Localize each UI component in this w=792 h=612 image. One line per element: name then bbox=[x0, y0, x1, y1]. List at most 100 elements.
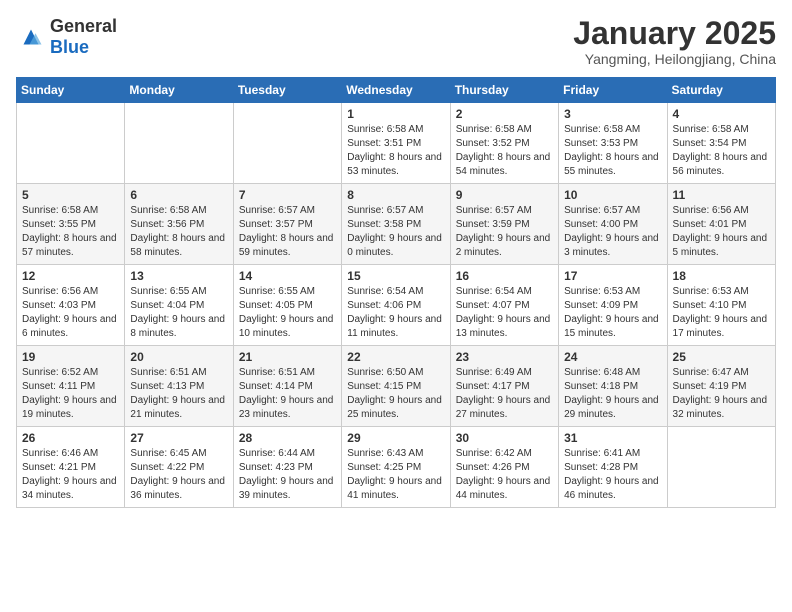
calendar-cell: 22 Sunrise: 6:50 AM Sunset: 4:15 PM Dayli… bbox=[342, 346, 450, 427]
day-info: Sunrise: 6:57 AM Sunset: 3:57 PM Dayligh… bbox=[239, 204, 336, 260]
calendar-cell bbox=[233, 103, 341, 184]
calendar-cell: 15Sunrise: 6:54 AM Sunset: 4:06 PM Dayli… bbox=[342, 265, 450, 346]
day-number: 1 bbox=[347, 107, 444, 121]
header-row: SundayMondayTuesdayWednesdayThursdayFrid… bbox=[17, 78, 776, 103]
calendar-cell bbox=[17, 103, 125, 184]
calendar-week: 19Sunrise: 6:52 AM Sunset: 4:11 PM Dayli… bbox=[17, 346, 776, 427]
calendar-cell: 19Sunrise: 6:52 AM Sunset: 4:11 PM Dayli… bbox=[17, 346, 125, 427]
day-number: 11 bbox=[673, 188, 770, 202]
day-info: Sunrise: 6:46 AM Sunset: 4:21 PM Dayligh… bbox=[22, 447, 119, 503]
day-number: 28 bbox=[239, 431, 336, 445]
calendar-cell: 5Sunrise: 6:58 AM Sunset: 3:55 PM Daylig… bbox=[17, 184, 125, 265]
day-header: Friday bbox=[559, 78, 667, 103]
day-number: 13 bbox=[130, 269, 227, 283]
day-number: 9 bbox=[456, 188, 553, 202]
day-info: Sunrise: 6:53 AM Sunset: 4:10 PM Dayligh… bbox=[673, 285, 770, 341]
day-info: Sunrise: 6:47 AM Sunset: 4:19 PM Dayligh… bbox=[673, 366, 770, 422]
day-info: Sunrise: 6:49 AM Sunset: 4:17 PM Dayligh… bbox=[456, 366, 553, 422]
calendar-body: 1 Sunrise: 6:58 AM Sunset: 3:51 PM Daylig… bbox=[17, 103, 776, 508]
day-info: Sunrise: 6:53 AM Sunset: 4:09 PM Dayligh… bbox=[564, 285, 661, 341]
day-header: Tuesday bbox=[233, 78, 341, 103]
day-number: 5 bbox=[22, 188, 119, 202]
day-header: Saturday bbox=[667, 78, 775, 103]
day-number: 21 bbox=[239, 350, 336, 364]
calendar-cell: 29 Sunrise: 6:43 AM Sunset: 4:25 PM Dayli… bbox=[342, 427, 450, 508]
calendar-cell: 20Sunrise: 6:51 AM Sunset: 4:13 PM Dayli… bbox=[125, 346, 233, 427]
logo-general: General bbox=[50, 16, 117, 36]
page-header: General Blue January 2025 Yangming, Heil… bbox=[16, 16, 776, 67]
day-info: Sunrise: 6:51 AM Sunset: 4:14 PM Dayligh… bbox=[239, 366, 336, 422]
day-number: 26 bbox=[22, 431, 119, 445]
calendar-cell: 13 Sunrise: 6:55 AM Sunset: 4:04 PM Dayli… bbox=[125, 265, 233, 346]
day-number: 20 bbox=[130, 350, 227, 364]
day-info: Sunrise: 6:50 AM Sunset: 4:15 PM Dayligh… bbox=[347, 366, 444, 422]
day-number: 8 bbox=[347, 188, 444, 202]
calendar-week: 26 Sunrise: 6:46 AM Sunset: 4:21 PM Dayli… bbox=[17, 427, 776, 508]
day-number: 19 bbox=[22, 350, 119, 364]
day-info: Sunrise: 6:58 AM Sunset: 3:56 PM Dayligh… bbox=[130, 204, 227, 260]
calendar-week: 5Sunrise: 6:58 AM Sunset: 3:55 PM Daylig… bbox=[17, 184, 776, 265]
day-number: 23 bbox=[456, 350, 553, 364]
calendar-cell: 18Sunrise: 6:53 AM Sunset: 4:10 PM Dayli… bbox=[667, 265, 775, 346]
calendar-cell bbox=[667, 427, 775, 508]
day-info: Sunrise: 6:42 AM Sunset: 4:26 PM Dayligh… bbox=[456, 447, 553, 503]
calendar-cell: 30 Sunrise: 6:42 AM Sunset: 4:26 PM Dayli… bbox=[450, 427, 558, 508]
day-info: Sunrise: 6:44 AM Sunset: 4:23 PM Dayligh… bbox=[239, 447, 336, 503]
location-title: Yangming, Heilongjiang, China bbox=[573, 51, 776, 67]
calendar-week: 12 Sunrise: 6:56 AM Sunset: 4:03 PM Dayli… bbox=[17, 265, 776, 346]
calendar-cell: 26 Sunrise: 6:46 AM Sunset: 4:21 PM Dayli… bbox=[17, 427, 125, 508]
calendar-cell: 6 Sunrise: 6:58 AM Sunset: 3:56 PM Daylig… bbox=[125, 184, 233, 265]
day-info: Sunrise: 6:55 AM Sunset: 4:04 PM Dayligh… bbox=[130, 285, 227, 341]
day-info: Sunrise: 6:45 AM Sunset: 4:22 PM Dayligh… bbox=[130, 447, 227, 503]
day-header: Wednesday bbox=[342, 78, 450, 103]
calendar-cell: 2 Sunrise: 6:58 AM Sunset: 3:52 PM Daylig… bbox=[450, 103, 558, 184]
day-number: 12 bbox=[22, 269, 119, 283]
day-info: Sunrise: 6:58 AM Sunset: 3:52 PM Dayligh… bbox=[456, 123, 553, 179]
calendar-cell: 11Sunrise: 6:56 AM Sunset: 4:01 PM Dayli… bbox=[667, 184, 775, 265]
day-info: Sunrise: 6:43 AM Sunset: 4:25 PM Dayligh… bbox=[347, 447, 444, 503]
day-number: 29 bbox=[347, 431, 444, 445]
calendar-cell: 8 Sunrise: 6:57 AM Sunset: 3:58 PM Daylig… bbox=[342, 184, 450, 265]
calendar-cell: 28 Sunrise: 6:44 AM Sunset: 4:23 PM Dayli… bbox=[233, 427, 341, 508]
calendar-cell: 25 Sunrise: 6:47 AM Sunset: 4:19 PM Dayli… bbox=[667, 346, 775, 427]
calendar-cell: 17Sunrise: 6:53 AM Sunset: 4:09 PM Dayli… bbox=[559, 265, 667, 346]
day-number: 6 bbox=[130, 188, 227, 202]
day-number: 30 bbox=[456, 431, 553, 445]
logo: General Blue bbox=[16, 16, 117, 58]
logo-blue: Blue bbox=[50, 37, 89, 57]
day-number: 27 bbox=[130, 431, 227, 445]
day-info: Sunrise: 6:57 AM Sunset: 3:58 PM Dayligh… bbox=[347, 204, 444, 260]
calendar-cell: 31Sunrise: 6:41 AM Sunset: 4:28 PM Dayli… bbox=[559, 427, 667, 508]
calendar-week: 1 Sunrise: 6:58 AM Sunset: 3:51 PM Daylig… bbox=[17, 103, 776, 184]
day-header: Thursday bbox=[450, 78, 558, 103]
calendar-table: SundayMondayTuesdayWednesdayThursdayFrid… bbox=[16, 77, 776, 508]
day-number: 22 bbox=[347, 350, 444, 364]
logo-text: General Blue bbox=[50, 16, 117, 58]
calendar-cell: 9Sunrise: 6:57 AM Sunset: 3:59 PM Daylig… bbox=[450, 184, 558, 265]
day-number: 4 bbox=[673, 107, 770, 121]
day-header: Sunday bbox=[17, 78, 125, 103]
calendar-cell bbox=[125, 103, 233, 184]
logo-icon bbox=[16, 22, 46, 52]
day-number: 2 bbox=[456, 107, 553, 121]
day-info: Sunrise: 6:58 AM Sunset: 3:51 PM Dayligh… bbox=[347, 123, 444, 179]
calendar-cell: 21 Sunrise: 6:51 AM Sunset: 4:14 PM Dayli… bbox=[233, 346, 341, 427]
calendar-cell: 24 Sunrise: 6:48 AM Sunset: 4:18 PM Dayli… bbox=[559, 346, 667, 427]
day-number: 15 bbox=[347, 269, 444, 283]
calendar-cell: 10Sunrise: 6:57 AM Sunset: 4:00 PM Dayli… bbox=[559, 184, 667, 265]
day-number: 25 bbox=[673, 350, 770, 364]
day-info: Sunrise: 6:48 AM Sunset: 4:18 PM Dayligh… bbox=[564, 366, 661, 422]
calendar-cell: 23 Sunrise: 6:49 AM Sunset: 4:17 PM Dayli… bbox=[450, 346, 558, 427]
day-info: Sunrise: 6:41 AM Sunset: 4:28 PM Dayligh… bbox=[564, 447, 661, 503]
calendar-cell: 27 Sunrise: 6:45 AM Sunset: 4:22 PM Dayli… bbox=[125, 427, 233, 508]
title-area: January 2025 Yangming, Heilongjiang, Chi… bbox=[573, 16, 776, 67]
day-number: 14 bbox=[239, 269, 336, 283]
day-info: Sunrise: 6:56 AM Sunset: 4:03 PM Dayligh… bbox=[22, 285, 119, 341]
day-info: Sunrise: 6:55 AM Sunset: 4:05 PM Dayligh… bbox=[239, 285, 336, 341]
calendar-cell: 14 Sunrise: 6:55 AM Sunset: 4:05 PM Dayli… bbox=[233, 265, 341, 346]
month-title: January 2025 bbox=[573, 16, 776, 51]
day-number: 10 bbox=[564, 188, 661, 202]
day-number: 16 bbox=[456, 269, 553, 283]
day-info: Sunrise: 6:54 AM Sunset: 4:07 PM Dayligh… bbox=[456, 285, 553, 341]
day-number: 24 bbox=[564, 350, 661, 364]
